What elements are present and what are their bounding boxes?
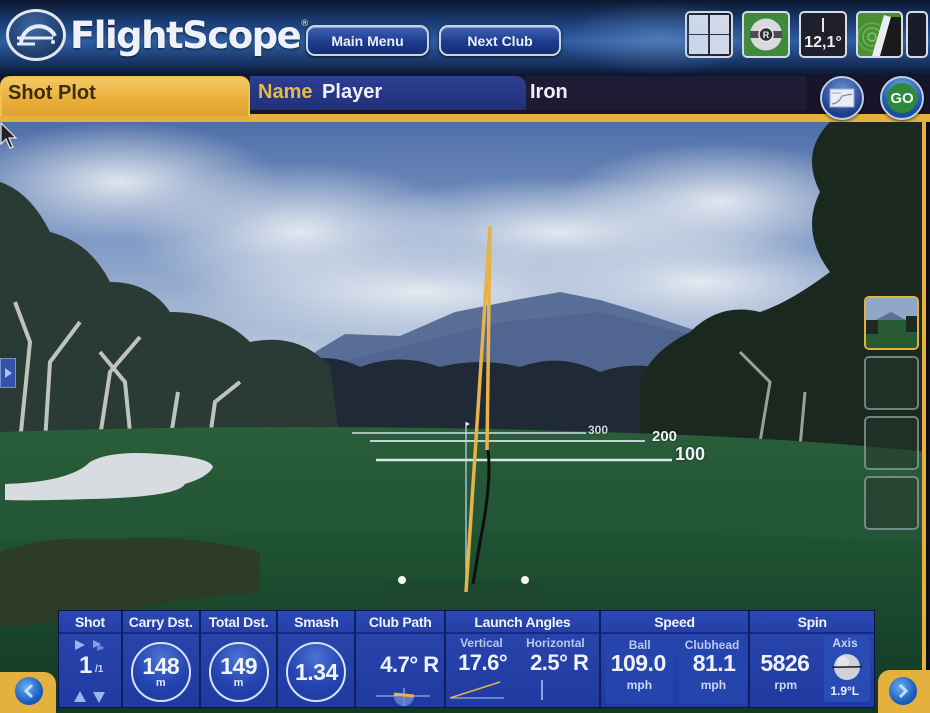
club-name: Iron [530,81,568,103]
club-path-icon [376,688,431,706]
report-button[interactable] [820,76,864,120]
shot-number: 1 [79,652,92,679]
spin-rate-value: 5826 [760,650,810,676]
carry-header: Carry Dst. [122,611,199,634]
name-label: Name [258,81,313,103]
launch-angles-column: Launch Angles Vertical 17.6° Horizontal … [446,611,601,707]
player-name-field: Name Player [250,76,526,110]
total-distance-column: Total Dst. 149 m [200,611,279,707]
vertical-launch-value: 17.6° [458,650,508,675]
carry-distance-unit: m [155,677,166,689]
smash-factor-dial: 1.34 [286,642,347,702]
speed-column: Speed Ball 109.0 mph Clubhead 81.1 mph [600,611,751,707]
club-field: Iron [526,76,806,110]
shot-nav-arrows[interactable] [73,690,109,704]
chevron-right-icon [898,683,909,699]
carry-distance-dial: 148 m [130,642,191,702]
player-name: Player [322,81,383,103]
clubhead-speed-cell: Clubhead 81.1 mph [678,638,747,704]
speed-header: Speed [600,611,749,634]
horizontal-angle-icon [541,680,543,700]
horizontal-label: Horizontal [526,636,585,650]
tab-shot-plot[interactable]: Shot Plot [0,76,250,116]
launch-angle-value: 12,1° [804,34,842,51]
ball-view-button[interactable]: R [742,11,790,58]
spin-axis-ball-icon [832,654,863,680]
layout-grid-button[interactable] [685,11,733,58]
total-header: Total Dst. [200,611,277,634]
spin-header: Spin [750,611,874,634]
ball-icon: R [750,18,782,51]
svg-text:R: R [763,30,770,40]
distance-marker-200: 200 [652,428,678,445]
smash-header: Smash [278,611,355,634]
chevron-left-icon [23,683,34,699]
report-icon [829,88,855,108]
total-distance-unit: m [233,677,244,689]
play-icons[interactable] [73,639,109,651]
tab-bar: Shot Plot Name Player Iron GO [0,76,930,122]
view-thumbnail[interactable] [864,416,919,470]
radar-icon [858,15,901,56]
clubhead-speed-unit: mph [700,678,727,692]
ball-speed-unit: mph [626,678,653,692]
smash-factor-column: Smash 1.34 [278,611,357,707]
launch-angle-button[interactable]: 12,1° [799,11,847,58]
club-path-value: 4.7° R [380,652,439,677]
next-club-button[interactable]: Next Club [439,25,561,56]
main-menu-button[interactable]: Main Menu [306,25,429,56]
flightscope-logo: FlightScope® [6,9,309,61]
clubhead-speed-value: 81.1 [692,650,736,676]
vertical-angle-icon [449,681,505,699]
shot-data-panel: Shot 1 /1 Carry Dst. 148 m Total Dst. 14… [58,610,875,708]
golf-ball [521,576,529,584]
spin-column: Spin 5826 rpm Axis 1.9°L [750,611,874,707]
mouse-cursor-icon [0,122,18,149]
shot-header: Shot [59,611,121,634]
arrow-down-icon [93,692,105,703]
extra-tool-button[interactable] [906,11,928,58]
smash-factor-value: 1.34 [294,659,338,685]
club-path-column: Club Path 4.7° R [356,611,447,707]
header-bar: FlightScope® Main Menu Next Club R 12,1° [0,0,930,76]
carry-distance-column: Carry Dst. 148 m [122,611,201,707]
carry-distance-value: 148 [142,653,180,679]
horizontal-launch-value: 2.5° R [530,650,589,675]
logo-mark-icon [6,9,66,61]
spin-axis-label: Axis [832,636,858,650]
view-thumbnail[interactable] [864,296,919,350]
previous-page-button[interactable] [12,674,46,708]
club-path-header: Club Path [356,611,445,634]
distance-marker-100: 100 [675,444,706,464]
spin-axis-cell: Axis 1.9°L [824,636,871,702]
vertical-label: Vertical [460,636,503,650]
go-label: GO [887,83,917,113]
golf-ball [398,576,406,584]
distance-marker-300: 300 [588,423,609,437]
tee-box [378,582,548,602]
angle-icon [822,18,824,32]
brand-name: FlightScope® [70,13,309,57]
launch-angles-header: Launch Angles [446,611,599,634]
shot-column: Shot 1 /1 [59,611,123,707]
ball-speed-value: 109.0 [610,650,667,676]
next-page-button[interactable] [886,674,920,708]
go-button[interactable]: GO [880,76,924,120]
ball-speed-cell: Ball 109.0 mph [604,638,673,704]
total-distance-value: 149 [220,653,257,679]
side-panel-toggle[interactable] [0,358,16,388]
arrow-up-icon [74,691,86,702]
radar-button[interactable] [856,11,903,58]
view-thumbnail[interactable] [864,476,919,530]
spin-axis-value: 1.9°L [830,684,860,698]
shot-total: /1 [95,664,104,675]
total-distance-dial: 149 m [208,642,269,702]
view-thumbnail[interactable] [864,356,919,410]
spin-rate-unit: rpm [774,678,797,692]
